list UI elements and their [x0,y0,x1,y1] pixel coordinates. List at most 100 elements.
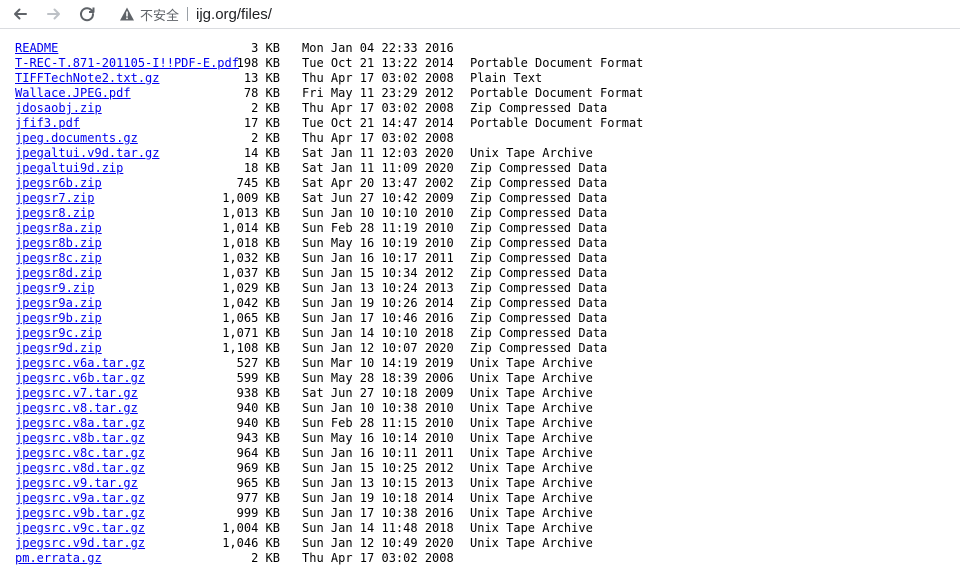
file-link[interactable]: jpegsr9b.zip [15,311,102,326]
file-link[interactable]: jdosaobj.zip [15,101,102,116]
forward-button[interactable] [44,4,64,24]
file-link[interactable]: jpeg.documents.gz [15,131,138,146]
file-size: 1,037 KB [222,266,280,280]
file-link[interactable]: jpegsrc.v7.tar.gz [15,386,138,401]
file-size: 2 KB [251,551,280,565]
file-type: Portable Document Format [470,86,644,100]
file-date: Mon Jan 04 22:33 2016 [302,41,454,55]
file-date: Thu Apr 17 03:02 2008 [302,71,454,85]
file-type: Unix Tape Archive [470,461,593,475]
file-size: 1,071 KB [222,326,280,340]
file-link[interactable]: jpegsr7.zip [15,191,94,206]
file-type: Zip Compressed Data [470,161,608,175]
file-link[interactable]: jpegaltui.v9d.tar.gz [15,146,160,161]
address-bar[interactable]: 不安全 ijg.org/files/ [110,2,956,26]
file-link[interactable]: jpegsrc.v8.tar.gz [15,401,138,416]
file-link[interactable]: jpegsrc.v9d.tar.gz [15,536,145,551]
file-type: Zip Compressed Data [470,296,608,310]
file-link[interactable]: README [15,41,58,56]
file-size: 2 KB [251,131,280,145]
file-link[interactable]: jpegsrc.v8d.tar.gz [15,461,145,476]
file-type: Zip Compressed Data [470,176,608,190]
file-type: Zip Compressed Data [470,191,608,205]
file-date: Sun Jan 14 11:48 2018 [302,521,454,535]
file-type: Zip Compressed Data [470,266,608,280]
file-link[interactable]: jpegsr6b.zip [15,176,102,191]
file-link[interactable]: T-REC-T.871-201105-I!!PDF-E.pdf [15,56,239,71]
reload-button[interactable] [77,4,97,24]
file-date: Sat Jan 11 11:09 2020 [302,161,454,175]
file-size: 3 KB [251,41,280,55]
file-link[interactable]: pm.errata.gz [15,551,102,565]
file-type: Unix Tape Archive [470,401,593,415]
file-size: 1,032 KB [222,251,280,265]
back-button[interactable] [10,4,30,24]
file-link[interactable]: jpegsr9d.zip [15,341,102,356]
file-date: Sun Feb 28 11:19 2010 [302,221,454,235]
file-type: Unix Tape Archive [470,476,593,490]
file-link[interactable]: jpegsrc.v8b.tar.gz [15,431,145,446]
file-link[interactable]: jpegsr8b.zip [15,236,102,251]
file-date: Sun May 28 18:39 2006 [302,371,454,385]
file-size: 198 KB [236,56,280,70]
file-type: Zip Compressed Data [470,221,608,235]
file-link[interactable]: jpegsrc.v8c.tar.gz [15,446,145,461]
file-date: Sun Jan 16 10:11 2011 [302,446,454,460]
file-size: 18 KB [243,161,280,175]
file-date: Tue Oct 21 13:22 2014 [302,56,454,70]
file-link[interactable]: jpegsrc.v9c.tar.gz [15,521,145,536]
file-size: 13 KB [243,71,280,85]
file-date: Thu Apr 17 03:02 2008 [302,551,454,565]
file-date: Sun Jan 14 10:10 2018 [302,326,454,340]
warning-icon[interactable] [118,5,136,23]
file-link[interactable]: jpegsrc.v9b.tar.gz [15,506,145,521]
file-type: Zip Compressed Data [470,206,608,220]
file-link[interactable]: jpegsrc.v6a.tar.gz [15,356,145,371]
file-link[interactable]: jpegsrc.v9a.tar.gz [15,491,145,506]
file-link[interactable]: jfif3.pdf [15,116,80,131]
file-link[interactable]: Wallace.JPEG.pdf [15,86,131,101]
file-size: 940 KB [236,416,280,430]
file-size: 977 KB [236,491,280,505]
file-date: Thu Apr 17 03:02 2008 [302,101,454,115]
file-link[interactable]: jpegsr8a.zip [15,221,102,236]
file-link[interactable]: jpegsr9.zip [15,281,94,296]
file-date: Thu Apr 17 03:02 2008 [302,131,454,145]
file-size: 14 KB [243,146,280,160]
file-type: Unix Tape Archive [470,356,593,370]
file-size: 938 KB [236,386,280,400]
file-date: Sun Jan 19 10:26 2014 [302,296,454,310]
security-label[interactable]: 不安全 [140,5,179,24]
arrow-right-icon [47,8,60,20]
file-link[interactable]: jpegaltui9d.zip [15,161,123,176]
file-size: 1,014 KB [222,221,280,235]
file-date: Sun Jan 17 10:38 2016 [302,506,454,520]
file-date: Sun May 16 10:19 2010 [302,236,454,250]
file-type: Unix Tape Archive [470,536,593,550]
file-type: Unix Tape Archive [470,146,593,160]
reload-icon [80,7,95,22]
file-size: 965 KB [236,476,280,490]
file-date: Fri May 11 23:29 2012 [302,86,454,100]
file-type: Zip Compressed Data [470,311,608,325]
file-link[interactable]: jpegsr9a.zip [15,296,102,311]
file-type: Unix Tape Archive [470,506,593,520]
arrow-left-icon [14,8,27,20]
file-size: 1,009 KB [222,191,280,205]
file-link[interactable]: jpegsr8d.zip [15,266,102,281]
file-link[interactable]: jpegsr9c.zip [15,326,102,341]
file-link[interactable]: jpegsrc.v8a.tar.gz [15,416,145,431]
file-link[interactable]: jpegsr8c.zip [15,251,102,266]
file-type: Zip Compressed Data [470,326,608,340]
file-link[interactable]: jpegsrc.v6b.tar.gz [15,371,145,386]
url-text[interactable]: ijg.org/files/ [196,6,272,23]
file-date: Sun Jan 10 10:10 2010 [302,206,454,220]
file-size: 1,042 KB [222,296,280,310]
file-link[interactable]: jpegsr8.zip [15,206,94,221]
file-type: Portable Document Format [470,56,644,70]
file-size: 745 KB [236,176,280,190]
file-type: Unix Tape Archive [470,521,593,535]
file-size: 943 KB [236,431,280,445]
file-link[interactable]: TIFFTechNote2.txt.gz [15,71,160,86]
file-link[interactable]: jpegsrc.v9.tar.gz [15,476,138,491]
